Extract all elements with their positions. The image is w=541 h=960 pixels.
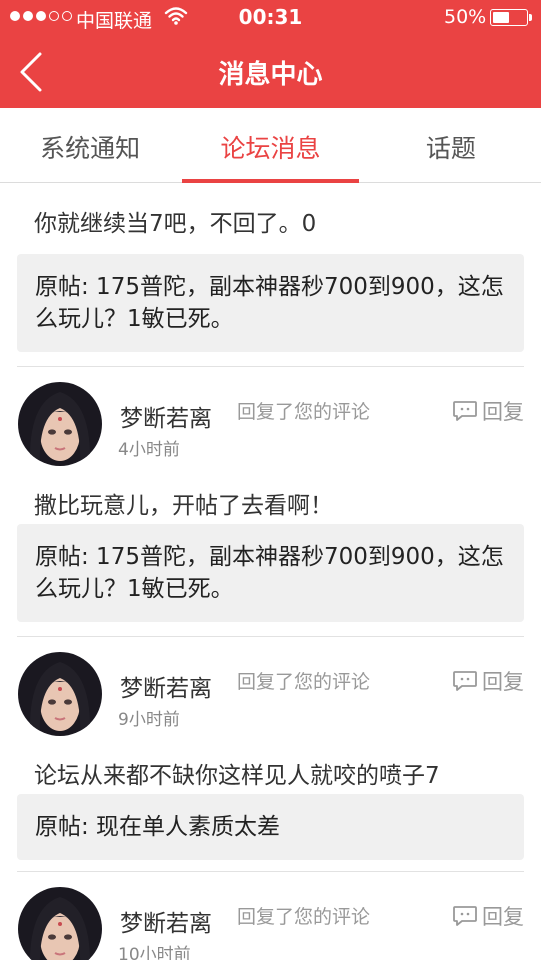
tab-forum-messages[interactable]: 论坛消息 <box>180 108 360 183</box>
username[interactable]: 梦断若离 <box>120 904 212 938</box>
reply-button[interactable]: 回复 <box>452 666 524 696</box>
username[interactable]: 梦断若离 <box>120 399 212 433</box>
list-item: 你就继续当7吧，不回了。0 原帖: 175普陀，副本神器秒700到900，这怎么… <box>0 183 541 368</box>
timestamp: 4小时前 <box>118 440 180 460</box>
reply-label: 回复 <box>482 905 524 929</box>
avatar[interactable] <box>18 652 102 736</box>
action-text: 回复了您的评论 <box>237 906 371 928</box>
reply-label: 回复 <box>482 670 524 694</box>
tab-topics[interactable]: 话题 <box>361 108 541 182</box>
message-text: 你就继续当7吧，不回了。0 <box>34 211 317 237</box>
avatar[interactable] <box>18 887 102 960</box>
divider <box>17 871 524 872</box>
avatar[interactable] <box>18 382 102 466</box>
comment-icon <box>453 671 477 691</box>
tab-system-notifications[interactable]: 系统通知 <box>0 108 180 182</box>
action-text: 回复了您的评论 <box>237 401 371 423</box>
nav-bar: 消息中心 <box>0 36 541 108</box>
username[interactable]: 梦断若离 <box>120 669 212 703</box>
message-list: 你就继续当7吧，不回了。0 原帖: 175普陀，副本神器秒700到900，这怎么… <box>0 183 541 960</box>
battery-percent: 50% <box>444 6 487 28</box>
reply-label: 回复 <box>482 400 524 424</box>
original-post[interactable]: 原帖: 现在单人素质太差 <box>17 794 524 860</box>
comment-icon <box>453 906 477 926</box>
app-header: 中国联通 00:31 50% 消息中心 <box>0 0 541 108</box>
reply-button[interactable]: 回复 <box>452 396 524 426</box>
reply-button[interactable]: 回复 <box>452 901 524 931</box>
original-post[interactable]: 原帖: 175普陀，副本神器秒700到900，这怎么玩儿？1敏已死。 <box>17 524 524 622</box>
divider <box>17 366 524 367</box>
original-post[interactable]: 原帖: 175普陀，副本神器秒700到900，这怎么玩儿？1敏已死。 <box>17 254 524 352</box>
message-text: 论坛从来都不缺你这样见人就咬的喷子7 <box>34 763 440 789</box>
divider <box>17 636 524 637</box>
comment-icon <box>453 401 477 421</box>
action-text: 回复了您的评论 <box>237 671 371 693</box>
list-item: 梦断若离 回复了您的评论 回复 4小时前 撒比玩意儿，开帖了去看啊！ 原帖: 1… <box>0 366 541 636</box>
list-item: 梦断若离 回复了您的评论 回复 10小时前 <box>0 871 541 960</box>
list-item: 梦断若离 回复了您的评论 回复 9小时前 论坛从来都不缺你这样见人就咬的喷子7 … <box>0 636 541 871</box>
message-text: 撒比玩意儿，开帖了去看啊！ <box>34 493 333 519</box>
battery-icon <box>490 9 532 26</box>
status-bar: 中国联通 00:31 50% <box>0 0 541 36</box>
timestamp: 9小时前 <box>118 710 180 730</box>
timestamp: 10小时前 <box>118 945 191 960</box>
page-title: 消息中心 <box>218 60 323 90</box>
tab-bar: 系统通知 论坛消息 话题 <box>0 108 541 183</box>
